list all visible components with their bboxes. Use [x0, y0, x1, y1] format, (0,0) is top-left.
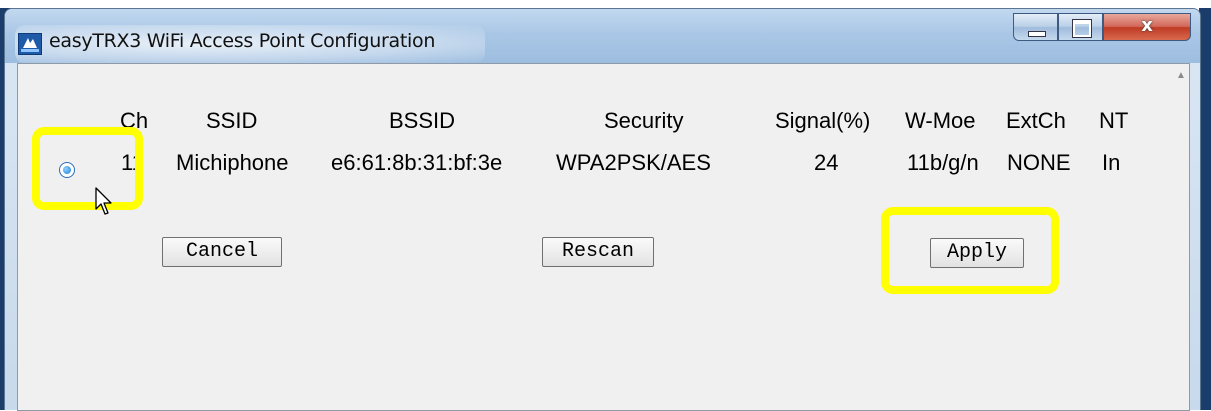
column-header-nt: NT — [1099, 108, 1129, 133]
minimize-icon — [1028, 31, 1046, 37]
radio-highlight-box — [32, 127, 143, 210]
column-header-security: Security — [604, 108, 684, 133]
column-header-wmode: W-Moe — [905, 108, 976, 133]
cancel-button[interactable]: Cancel — [162, 237, 282, 267]
column-header-extch: ExtCh — [1006, 108, 1066, 133]
row-wmode: 11b/g/n — [907, 150, 979, 175]
row-extch: NONE — [1007, 150, 1071, 175]
minimize-button[interactable] — [1013, 13, 1058, 41]
config-window: easyTRX3 WiFi Access Point Configuration… — [4, 8, 1201, 411]
client-area: ▲ Ch SSID BSSID Security Signal(%) W-Moe… — [17, 63, 1190, 411]
column-header-ssid: SSID — [206, 108, 258, 133]
column-header-signal: Signal(%) — [775, 108, 871, 133]
column-header-bssid: BSSID — [389, 108, 456, 133]
desktop-background-top — [0, 0, 1211, 8]
rescan-button[interactable]: Rescan — [542, 237, 654, 267]
row-nt: In — [1102, 150, 1121, 175]
window-title: easyTRX3 WiFi Access Point Configuration — [49, 30, 436, 52]
maximize-button[interactable] — [1058, 13, 1103, 41]
easytrx-logo-icon[interactable] — [18, 33, 42, 55]
close-button[interactable]: x — [1103, 13, 1191, 41]
row-ssid: Michiphone — [176, 150, 289, 175]
row-security: WPA2PSK/AES — [556, 150, 711, 175]
scroll-up-arrow-icon[interactable]: ▲ — [1175, 70, 1187, 82]
row-signal: 24 — [814, 150, 839, 175]
mouse-pointer-icon — [95, 187, 112, 215]
apply-highlight-box — [881, 207, 1059, 294]
row-bssid: e6:61:8b:31:bf:3e — [331, 150, 503, 175]
maximize-icon — [1072, 19, 1092, 38]
close-icon: x — [1141, 15, 1153, 36]
